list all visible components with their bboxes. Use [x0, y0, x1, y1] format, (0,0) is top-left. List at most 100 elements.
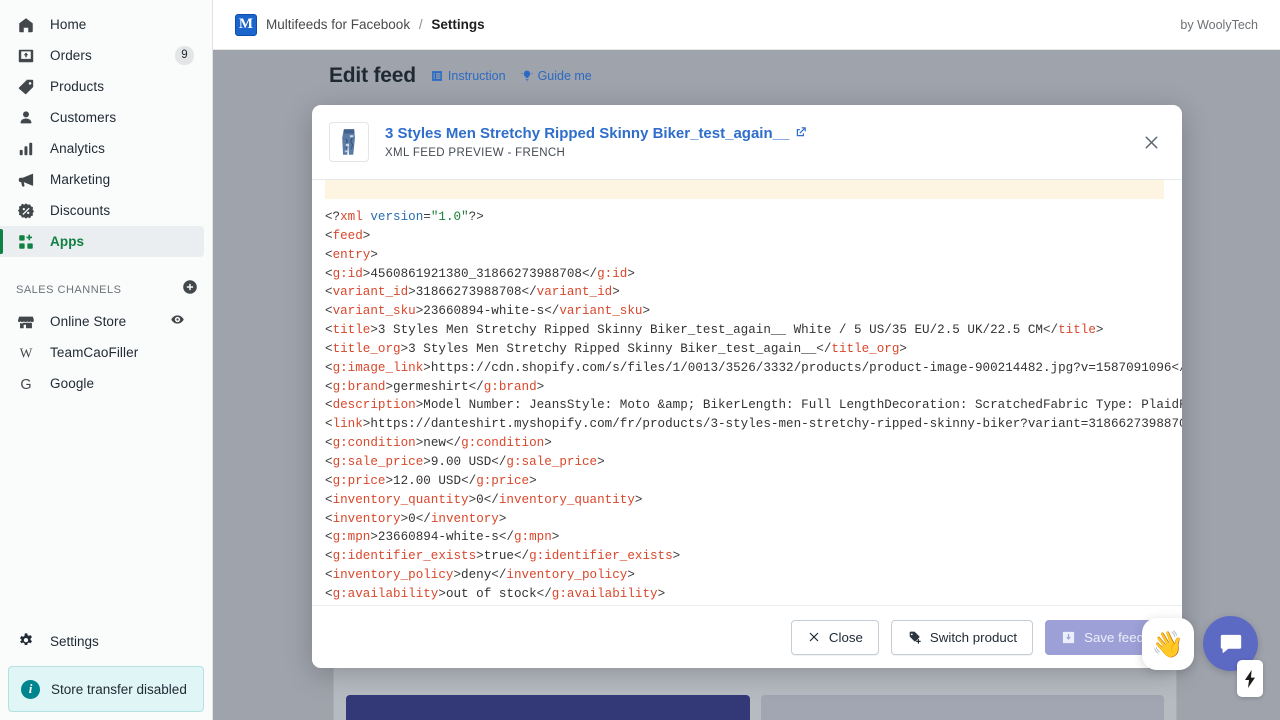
- xml-token-tx: deny: [461, 568, 492, 583]
- xml-token-tg: g:mpn: [332, 530, 371, 545]
- close-button-label: Close: [828, 629, 863, 645]
- quick-action-button[interactable]: [1237, 660, 1263, 697]
- xml-token-tg: inventory: [332, 511, 401, 526]
- xml-token-tg: variant_id: [536, 285, 613, 300]
- tag-plus-icon: [909, 631, 921, 644]
- xml-token-br: </: [521, 285, 537, 300]
- xml-token-br: >: [453, 568, 462, 583]
- xml-token-br: <: [325, 417, 333, 432]
- storefront-icon: [16, 312, 36, 332]
- xml-line: <g:identifier_exists>true</g:identifier_…: [325, 547, 1182, 566]
- xml-feed-preview-modal: 3 Styles Men Stretchy Ripped Skinny Bike…: [312, 105, 1182, 668]
- xml-line: <variant_sku>23660894-white-s</variant_s…: [325, 302, 1182, 321]
- jeans-thumbnail-image: [332, 125, 366, 159]
- xml-token-pi: xml: [340, 210, 363, 224]
- product-thumbnail: [329, 122, 369, 162]
- sidebar-item-label: Analytics: [50, 141, 105, 156]
- sidebar-item-settings[interactable]: Settings: [0, 622, 212, 660]
- xml-token-tg: link: [332, 417, 363, 432]
- sidebar-item-orders[interactable]: Orders 9: [0, 40, 204, 71]
- xml-token-br: <?: [325, 210, 341, 224]
- sidebar: Home Orders 9 Products Customers Analyti…: [0, 0, 213, 720]
- xml-token-tg: g:identifier_exists: [332, 549, 477, 564]
- sidebar-item-customers[interactable]: Customers: [0, 102, 204, 133]
- sidebar-item-marketing[interactable]: Marketing: [0, 164, 204, 195]
- xml-token-br: >: [536, 379, 545, 394]
- xml-token-br: >: [899, 341, 907, 356]
- xml-preview-scroll-area[interactable]: <?xml version="1.0"?> <feed> <entry> <g:i…: [312, 180, 1182, 605]
- xml-token-br: >: [529, 473, 537, 488]
- xml-token-br: </: [415, 511, 431, 526]
- orders-icon: [16, 46, 36, 66]
- sidebar-item-discounts[interactable]: Discounts: [0, 195, 204, 226]
- close-button[interactable]: Close: [790, 619, 879, 655]
- xml-token-tx: 31866273988708: [415, 285, 522, 300]
- xml-token-br: >: [385, 379, 394, 394]
- sidebar-item-teamcaofiller[interactable]: W TeamCaoFiller: [0, 337, 204, 368]
- xml-token-tg: g:sale_price: [506, 454, 598, 469]
- xml-token-br: <: [325, 379, 333, 394]
- xml-line: <g:id>4560861921380_31866273988708</g:id…: [325, 265, 1182, 284]
- xml-token-tg: g:availability: [332, 586, 439, 601]
- product-title-link[interactable]: 3 Styles Men Stretchy Ripped Skinny Bike…: [385, 125, 807, 142]
- wave-emoji-badge[interactable]: 👋: [1142, 618, 1194, 670]
- xml-token-tg: g:mpn: [513, 530, 552, 545]
- sidebar-item-label: Google: [50, 376, 95, 391]
- sidebar-item-google[interactable]: G Google: [0, 368, 204, 399]
- lightning-bolt-icon: [1245, 669, 1255, 688]
- xml-token-tg: g:id: [332, 266, 363, 281]
- info-icon: i: [21, 679, 40, 699]
- xml-token-tx: germeshirt: [393, 379, 469, 394]
- external-link-icon: [795, 125, 807, 142]
- svg-text:W: W: [20, 345, 33, 360]
- xml-highlight-band: [325, 180, 1164, 199]
- modal-close-icon[interactable]: [1136, 127, 1166, 157]
- xml-token-br: >: [551, 530, 560, 545]
- close-x-icon: [809, 632, 819, 642]
- xml-token-tg: g:brand: [483, 379, 537, 394]
- xml-token-tg: g:image_link: [332, 360, 424, 375]
- store-transfer-banner[interactable]: i Store transfer disabled: [8, 666, 204, 712]
- sidebar-item-analytics[interactable]: Analytics: [0, 133, 204, 164]
- sidebar-item-label: TeamCaoFiller: [50, 345, 139, 360]
- apps-grid-plus-icon: [16, 232, 36, 252]
- sidebar-item-home[interactable]: Home: [0, 9, 204, 40]
- sidebar-item-label: Marketing: [50, 172, 111, 187]
- xml-line: <description>Model Number: JeansStyle: M…: [325, 396, 1182, 415]
- customers-person-icon: [16, 108, 36, 128]
- xml-token-br: >: [1095, 323, 1104, 338]
- sidebar-item-online-store[interactable]: Online Store: [0, 306, 204, 337]
- xml-line: <inventory_policy>deny</inventory_policy…: [325, 566, 1182, 585]
- xml-token-br: >: [634, 492, 643, 507]
- xml-token-br: </: [483, 492, 499, 507]
- eye-icon[interactable]: [165, 312, 190, 331]
- store-transfer-label: Store transfer disabled: [51, 681, 187, 697]
- xml-token-br: <: [325, 285, 333, 300]
- product-title-text: 3 Styles Men Stretchy Ripped Skinny Bike…: [385, 125, 790, 142]
- xml-token-br: </: [491, 454, 507, 469]
- xml-token-br: <: [325, 568, 333, 583]
- sidebar-item-products[interactable]: Products: [0, 71, 204, 102]
- xml-token-br: </: [513, 549, 530, 564]
- xml-token-br: >: [642, 304, 651, 319]
- xml-token-br: >: [385, 473, 394, 488]
- breadcrumb-app-name[interactable]: Multifeeds for Facebook: [266, 17, 410, 32]
- xml-token-tg: inventory_quantity: [498, 492, 635, 507]
- xml-token-tg: g:condition: [332, 436, 416, 451]
- xml-token-br: <: [325, 304, 333, 319]
- xml-token-tg: title_org: [332, 341, 401, 356]
- xml-token-tg: description: [332, 398, 416, 413]
- vendor-byline: by WoolyTech: [1180, 17, 1258, 32]
- xml-token-br: >: [362, 228, 371, 243]
- sidebar-item-apps[interactable]: Apps: [0, 226, 204, 257]
- plus-circle-icon[interactable]: [182, 279, 198, 300]
- sidebar-item-label: Customers: [50, 110, 117, 125]
- switch-product-button[interactable]: Switch product: [890, 619, 1034, 655]
- xml-token-tg: inventory_quantity: [332, 492, 469, 507]
- xml-line: <variant_id>31866273988708</variant_id>: [325, 283, 1182, 302]
- xml-token-tx: 3 Styles Men Stretchy Ripped Skinny Bike…: [408, 341, 817, 356]
- xml-token-tg: variant_sku: [332, 304, 416, 319]
- sidebar-item-label: Products: [50, 79, 105, 94]
- xml-token-tg: inventory_policy: [506, 568, 628, 583]
